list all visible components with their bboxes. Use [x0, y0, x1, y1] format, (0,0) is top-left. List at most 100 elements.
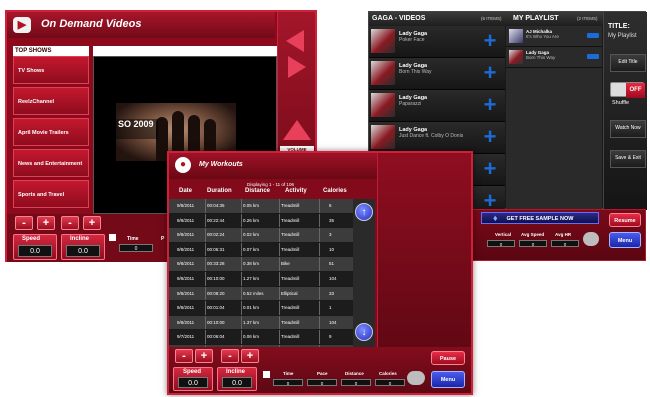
table-row[interactable]: 9/7/2011 00:06:04 0.06 km Treadmill 9 — [169, 330, 353, 345]
table-row[interactable]: 9/8/2011 00:08:20 0.52 miles Elliptical 33 — [169, 286, 353, 302]
col-duration: Duration — [207, 188, 232, 194]
video-row[interactable]: Lady Gaga Just Dance ft. Colby O Donis + — [369, 122, 505, 154]
watch-now-button[interactable]: Watch Now — [610, 120, 646, 138]
column-divider — [241, 199, 242, 213]
speed-minus-button[interactable]: - — [15, 216, 33, 230]
save-exit-button[interactable]: Save & Exit — [610, 150, 646, 168]
cell-distance: 1.27 km — [243, 275, 260, 281]
cell-activity: Treadmill — [281, 246, 300, 252]
incline-minus-button[interactable]: - — [221, 349, 239, 363]
time-value: 0 — [119, 244, 153, 252]
add-icon[interactable]: + — [481, 94, 499, 116]
table-row[interactable]: 9/8/2011 00:04:35 0.05 km Treadmill 6 — [169, 199, 353, 214]
avg-speed-label: Avg Speed — [521, 232, 545, 237]
incline-plus-button[interactable]: + — [241, 349, 259, 363]
video-row[interactable]: Lady Gaga Born This Way + — [369, 58, 505, 90]
incline-minus-button[interactable]: - — [61, 216, 79, 230]
playlist-title: MY PLAYLIST — [513, 15, 559, 22]
scroll-down-icon[interactable]: ↓ — [355, 323, 373, 341]
menu-button-playlist[interactable]: Menu — [609, 232, 641, 248]
stats-toggle-icon[interactable] — [263, 371, 270, 378]
cell-calories: 9 — [329, 334, 332, 340]
calories-value: 0 — [375, 379, 405, 386]
table-row[interactable]: 9/8/2011 00:10:00 1.27 km Treadmill 104 — [169, 271, 353, 287]
edit-title-button[interactable]: Edit Title — [610, 54, 646, 72]
speed-plus-button[interactable]: + — [37, 216, 55, 230]
column-divider — [241, 213, 242, 228]
show-item-news-and-entertainment[interactable]: News and Entertainment — [13, 149, 89, 177]
cell-distance: 0.07 km — [243, 246, 260, 252]
video-title-bar — [93, 46, 277, 56]
incline-value: 0.0 — [222, 377, 252, 388]
cell-duration: 00:04:35 — [207, 203, 225, 208]
pace-label: P — [161, 236, 165, 242]
show-item-sports-and-travel[interactable]: Sports and Travel — [13, 180, 89, 208]
workouts-side-area — [377, 153, 471, 347]
incline-label: Incline — [226, 369, 246, 375]
table-row[interactable]: 9/8/2011 00:33:28 0.38 km Bike 51 — [169, 257, 353, 272]
playlist-side-controls: TITLE: My Playlist Edit Title OFF Shuffl… — [603, 12, 647, 210]
table-row[interactable]: 9/8/2011 00:22:44 0.26 km Treadmill 35 — [169, 213, 353, 229]
show-item-tv-shows[interactable]: TV Shows — [13, 56, 89, 84]
displaying-count: Displaying 1 - 11 of 106 — [247, 182, 294, 187]
workouts-logo-icon: ● — [175, 157, 191, 173]
column-divider — [319, 271, 320, 286]
right-arrow-icon[interactable] — [288, 56, 306, 78]
add-icon[interactable]: + — [481, 158, 499, 180]
col-activity: Activity — [285, 188, 307, 194]
cell-activity: Treadmill — [281, 203, 300, 208]
incline-display: Incline 0.0 — [61, 234, 105, 260]
cell-activity: Treadmill — [281, 334, 300, 340]
incline-plus-button[interactable]: + — [83, 216, 101, 230]
eject-triangle-icon[interactable] — [283, 120, 311, 140]
show-item-april-movie-trailers[interactable]: April Movie Trailers — [13, 118, 89, 146]
column-divider — [205, 315, 206, 330]
cell-date: 9/8/2011 — [177, 217, 195, 223]
video-song: Born This Way — [399, 69, 432, 75]
speed-label: Speed — [22, 236, 41, 242]
pause-button[interactable]: Pause — [431, 351, 465, 365]
add-icon[interactable]: + — [481, 62, 499, 84]
table-row[interactable]: 9/8/2011 00:10:00 1.37 km Treadmill 104 — [169, 315, 353, 331]
shuffle-state: OFF — [626, 83, 645, 98]
add-icon[interactable]: + — [481, 126, 499, 148]
scroll-up-icon[interactable]: ↑ — [355, 203, 373, 221]
video-art — [371, 61, 395, 85]
playlist-count: (2 ITEMS) — [577, 16, 598, 21]
table-row[interactable]: 9/8/2011 00:06:31 0.07 km Treadmill 10 — [169, 242, 353, 258]
column-divider — [279, 330, 280, 344]
cell-calories: 104 — [329, 275, 337, 281]
resume-button[interactable]: Resume — [609, 213, 641, 227]
video-row[interactable]: Lady Gaga Poker Face + — [369, 26, 505, 58]
table-row[interactable]: 9/8/2011 00:02:24 0.02 km Treadmill 3 — [169, 228, 353, 243]
cell-date: 9/7/2011 — [177, 334, 195, 340]
add-icon[interactable]: + — [481, 30, 499, 52]
column-divider — [279, 228, 280, 242]
speed-minus-button[interactable]: - — [175, 349, 193, 363]
cell-calories: 51 — [329, 261, 335, 267]
table-row[interactable]: 9/8/2011 00:01:04 0.01 km Treadmill 1 — [169, 301, 353, 316]
column-divider — [319, 315, 320, 330]
add-icon[interactable]: + — [481, 190, 499, 212]
shuffle-toggle[interactable]: OFF — [610, 82, 645, 98]
stats-toggle-icon[interactable] — [109, 234, 116, 241]
incline-value: 0.0 — [66, 245, 100, 257]
time-label: Time — [283, 371, 294, 376]
speed-value: 0.0 — [178, 377, 208, 388]
up-arrow-icon[interactable] — [286, 30, 304, 52]
video-row[interactable]: Lady Gaga Paparazzi + — [369, 90, 505, 122]
heart-rate-icon — [407, 371, 425, 385]
cell-duration: 00:33:28 — [207, 261, 225, 267]
speed-label: Speed — [183, 369, 202, 375]
video-song: Poker Face — [399, 37, 425, 43]
videos-title: GAGA - VIDEOS — [372, 15, 426, 22]
menu-button[interactable]: Menu — [431, 371, 465, 388]
playlist-row[interactable]: AJ Michalka It's Who You Are — [506, 26, 602, 47]
cell-calories: 33 — [329, 290, 335, 296]
show-item-reelzchannel[interactable]: ReelzChannel — [13, 87, 89, 115]
thumbnail-caption: SO 2009 — [116, 119, 158, 139]
playlist-row[interactable]: Lady Gaga Born This Way — [506, 47, 602, 68]
title-value: My Playlist — [608, 33, 637, 39]
speed-plus-button[interactable]: + — [195, 349, 213, 363]
time-value: 0 — [273, 379, 303, 386]
